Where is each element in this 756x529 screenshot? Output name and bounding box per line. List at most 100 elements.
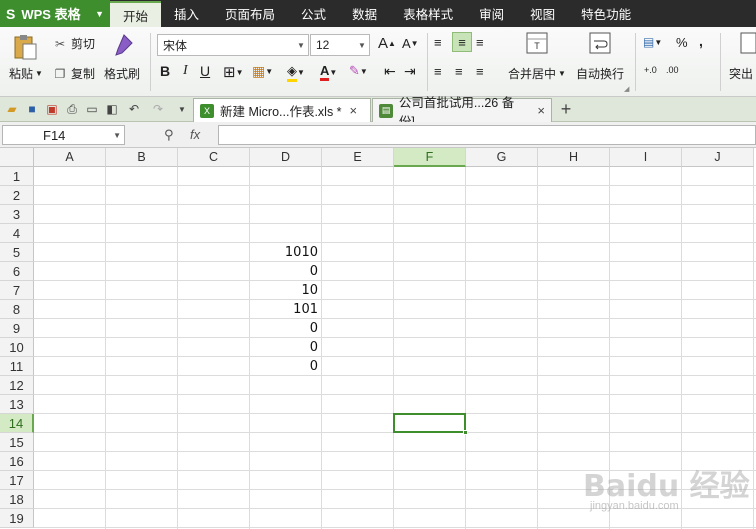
cell-d11[interactable]: 0 bbox=[250, 357, 318, 376]
save-icon[interactable]: ■ bbox=[24, 101, 40, 117]
select-all-corner[interactable] bbox=[0, 148, 34, 167]
cell-d10[interactable]: 0 bbox=[250, 338, 318, 357]
column-header-d[interactable]: D bbox=[250, 148, 322, 167]
wrap-text-icon[interactable] bbox=[589, 32, 611, 54]
row-header-13[interactable]: 13 bbox=[0, 395, 34, 414]
row-header-5[interactable]: 5 bbox=[0, 243, 34, 262]
cut-button[interactable]: ✂ 剪切 bbox=[52, 35, 95, 52]
tab-table-style[interactable]: 表格样式 bbox=[390, 0, 466, 27]
shrink-font-button[interactable]: A ▼ bbox=[402, 36, 419, 51]
tab-review[interactable]: 审阅 bbox=[466, 0, 517, 27]
doc-tab-active[interactable]: X 新建 Micro...作表.xls * × bbox=[193, 98, 371, 122]
merge-center-icon[interactable]: T bbox=[526, 32, 548, 54]
row-header-18[interactable]: 18 bbox=[0, 490, 34, 509]
zoom-icon[interactable]: ⚲ bbox=[164, 127, 174, 143]
paste-button[interactable] bbox=[12, 33, 38, 61]
tab-special-features[interactable]: 特色功能 bbox=[568, 0, 644, 27]
column-header-e[interactable]: E bbox=[322, 148, 394, 167]
row-header-14[interactable]: 14 bbox=[0, 414, 34, 433]
row-header-12[interactable]: 12 bbox=[0, 376, 34, 395]
row-header-7[interactable]: 7 bbox=[0, 281, 34, 300]
wrap-text-button[interactable]: 自动换行 bbox=[576, 65, 624, 82]
format-painter-icon[interactable] bbox=[110, 33, 134, 57]
column-header-b[interactable]: B bbox=[106, 148, 178, 167]
column-header-h[interactable]: H bbox=[538, 148, 610, 167]
underline-button[interactable]: U bbox=[200, 63, 210, 79]
row-header-17[interactable]: 17 bbox=[0, 471, 34, 490]
percent-button[interactable]: % bbox=[676, 35, 688, 50]
row-header-19[interactable]: 19 bbox=[0, 509, 34, 528]
format-painter-button[interactable]: 格式刷 bbox=[104, 65, 140, 82]
row-header-4[interactable]: 4 bbox=[0, 224, 34, 243]
cell-d6[interactable]: 0 bbox=[250, 262, 318, 281]
font-color-button[interactable]: A ▼ bbox=[320, 63, 337, 81]
align-middle-button[interactable]: ≡ bbox=[452, 32, 472, 52]
clear-format-button[interactable]: ✎ ▼ bbox=[349, 63, 368, 79]
print-preview-icon[interactable]: ▭ bbox=[84, 101, 100, 117]
grow-font-button[interactable]: A ▲ bbox=[378, 35, 396, 52]
column-header-i[interactable]: I bbox=[610, 148, 682, 167]
row-header-9[interactable]: 9 bbox=[0, 319, 34, 338]
cell-d5[interactable]: 1010 bbox=[250, 243, 318, 262]
increase-indent-button[interactable]: ⇥ bbox=[404, 63, 416, 80]
tab-formulas[interactable]: 公式 bbox=[288, 0, 339, 27]
active-cell-selection[interactable] bbox=[393, 413, 468, 435]
font-name-select[interactable]: 宋体 ▼ bbox=[157, 34, 309, 56]
open-folder-icon[interactable]: ▰ bbox=[4, 101, 20, 117]
row-header-15[interactable]: 15 bbox=[0, 433, 34, 452]
undo-icon[interactable]: ↶ bbox=[126, 101, 142, 117]
cell-d8[interactable]: 101 bbox=[250, 300, 318, 319]
tab-data[interactable]: 数据 bbox=[339, 0, 390, 27]
redo-icon[interactable]: ↷ bbox=[150, 101, 166, 117]
decrease-indent-button[interactable]: ⇤ bbox=[384, 63, 396, 80]
export-pdf-icon[interactable]: ▣ bbox=[44, 101, 60, 117]
row-header-6[interactable]: 6 bbox=[0, 262, 34, 281]
paste-label-button[interactable]: 粘贴 ▼ bbox=[9, 65, 43, 82]
bold-button[interactable]: B bbox=[160, 63, 170, 79]
customize-toolbar-icon[interactable]: ▼ bbox=[174, 101, 190, 117]
increase-decimal-button[interactable]: +.0 bbox=[644, 65, 657, 75]
tab-page-layout[interactable]: 页面布局 bbox=[212, 0, 288, 27]
decrease-decimal-button[interactable]: .00 bbox=[666, 65, 679, 75]
align-top-button[interactable]: ≡ bbox=[434, 35, 442, 50]
align-bottom-button[interactable]: ≡ bbox=[476, 35, 484, 50]
font-size-select[interactable]: 12 ▼ bbox=[310, 34, 370, 56]
doc-tab-inactive[interactable]: ▤ 公司首批试用...26 备份] × bbox=[372, 96, 552, 129]
thousands-button[interactable]: , bbox=[699, 33, 703, 49]
row-header-2[interactable]: 2 bbox=[0, 186, 34, 205]
tab-insert[interactable]: 插入 bbox=[161, 0, 212, 27]
highlight-button[interactable]: 突出 bbox=[729, 65, 753, 82]
row-header-8[interactable]: 8 bbox=[0, 300, 34, 319]
tab-view[interactable]: 视图 bbox=[517, 0, 568, 27]
cell-style-button[interactable]: ▦ ▼ bbox=[252, 63, 273, 80]
fill-color-button[interactable]: ◈ ▼ bbox=[287, 63, 305, 82]
row-header-3[interactable]: 3 bbox=[0, 205, 34, 224]
name-box[interactable]: F14 ▼ bbox=[2, 125, 125, 145]
align-center-button[interactable]: ≡ bbox=[455, 64, 463, 79]
tab-home[interactable]: 开始 bbox=[110, 1, 162, 27]
row-header-1[interactable]: 1 bbox=[0, 167, 34, 186]
row-header-11[interactable]: 11 bbox=[0, 357, 34, 376]
italic-button[interactable]: I bbox=[183, 63, 188, 79]
borders-button[interactable]: ⊞ ▼ bbox=[223, 63, 244, 81]
find-icon[interactable]: ◧ bbox=[104, 101, 120, 117]
row-header-16[interactable]: 16 bbox=[0, 452, 34, 471]
fx-icon[interactable]: fx bbox=[190, 127, 200, 142]
close-icon[interactable]: × bbox=[537, 103, 545, 118]
close-icon[interactable]: × bbox=[350, 103, 358, 118]
print-icon[interactable]: ⎙ bbox=[64, 101, 80, 117]
currency-format-button[interactable]: ▤ ▼ bbox=[643, 35, 662, 49]
copy-button[interactable]: ❐ 复制 bbox=[52, 65, 95, 82]
row-header-10[interactable]: 10 bbox=[0, 338, 34, 357]
align-left-button[interactable]: ≡ bbox=[434, 64, 442, 79]
column-header-j[interactable]: J bbox=[682, 148, 754, 167]
formula-input[interactable] bbox=[218, 125, 756, 145]
cell-d7[interactable]: 10 bbox=[250, 281, 318, 300]
dialog-launcher-icon[interactable]: ◢ bbox=[624, 85, 629, 93]
cell-d9[interactable]: 0 bbox=[250, 319, 318, 338]
column-header-a[interactable]: A bbox=[34, 148, 106, 167]
app-menu-button[interactable]: S WPS 表格 ▼ bbox=[0, 0, 110, 27]
align-right-button[interactable]: ≡ bbox=[476, 64, 484, 79]
fill-handle[interactable] bbox=[463, 430, 468, 435]
column-header-f[interactable]: F bbox=[394, 148, 466, 167]
